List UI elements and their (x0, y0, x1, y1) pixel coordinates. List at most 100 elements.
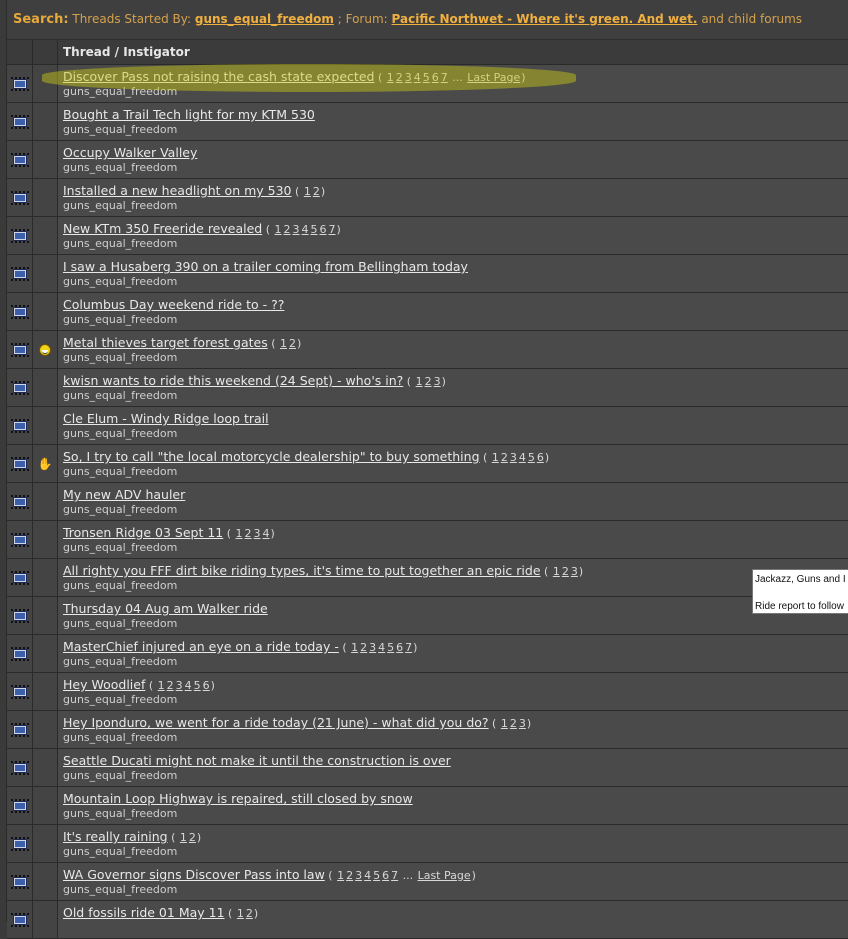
page-link[interactable]: 2 (313, 185, 320, 198)
page-links: ( 1 2 3) (540, 565, 584, 578)
page-link[interactable]: 7 (391, 869, 398, 882)
thread-status-icon (10, 456, 29, 471)
page-link[interactable]: 5 (528, 451, 535, 464)
page-link[interactable]: 1 (492, 451, 499, 464)
page-link[interactable]: 4 (378, 641, 385, 654)
page-link[interactable]: 5 (373, 869, 380, 882)
page-link[interactable]: 4 (414, 71, 421, 84)
thread-title-link[interactable]: MasterChief injured an eye on a ride tod… (63, 639, 339, 654)
thread-status-icon (10, 342, 29, 357)
page-link[interactable]: 2 (501, 451, 508, 464)
thread-title-link[interactable]: Tronsen Ridge 03 Sept 11 (63, 525, 223, 540)
thread-info-cell: Columbus Day weekend ride to - ?? guns_eq… (58, 293, 848, 330)
page-link[interactable]: 5 (311, 223, 318, 236)
page-link[interactable]: 6 (537, 451, 544, 464)
page-link[interactable]: 6 (320, 223, 327, 236)
page-link[interactable]: 2 (510, 717, 517, 730)
page-link[interactable]: 3 (510, 451, 517, 464)
page-link[interactable]: 3 (405, 71, 412, 84)
page-link[interactable]: 4 (185, 679, 192, 692)
thread-info-cell: Seattle Ducati might not make it until t… (58, 749, 848, 786)
page-link[interactable]: 7 (405, 641, 412, 654)
page-link[interactable]: 1 (180, 831, 187, 844)
thread-title-link[interactable]: Seattle Ducati might not make it until t… (63, 753, 451, 768)
page-link[interactable]: 1 (553, 565, 560, 578)
page-link[interactable]: 4 (302, 223, 309, 236)
thread-title-link[interactable]: Hey Woodlief (63, 677, 145, 692)
thread-title-link[interactable]: So, I try to call "the local motorcycle … (63, 449, 480, 464)
page-link[interactable]: 1 (416, 375, 423, 388)
page-link[interactable]: 2 (284, 223, 291, 236)
page-link[interactable]: 2 (246, 907, 253, 920)
page-link[interactable]: 3 (176, 679, 183, 692)
thread-title-link[interactable]: Occupy Walker Valley (63, 145, 197, 160)
thread-title-link[interactable]: Metal thieves target forest gates (63, 335, 268, 350)
page-link[interactable]: 2 (425, 375, 432, 388)
thread-title-link[interactable]: New KTm 350 Freeride revealed (63, 221, 262, 236)
thread-title-link[interactable]: Hey Iponduro, we went for a ride today (… (63, 715, 489, 730)
page-link[interactable]: 3 (355, 869, 362, 882)
page-link[interactable]: 4 (263, 527, 270, 540)
page-link[interactable]: 1 (280, 337, 287, 350)
page-link[interactable]: 2 (360, 641, 367, 654)
page-link[interactable]: 3 (293, 223, 300, 236)
page-link[interactable]: 1 (236, 527, 243, 540)
thread-title-link[interactable]: Mountain Loop Highway is repaired, still… (63, 791, 413, 806)
page-link[interactable]: 4 (519, 451, 526, 464)
thread-column-header[interactable]: Thread / Instigator (58, 40, 848, 64)
page-link[interactable]: 1 (158, 679, 165, 692)
page-link[interactable]: 4 (364, 869, 371, 882)
page-link[interactable]: 6 (432, 71, 439, 84)
page-link[interactable]: 5 (423, 71, 430, 84)
thread-title-link[interactable]: My new ADV hauler (63, 487, 185, 502)
page-link[interactable]: 2 (346, 869, 353, 882)
page-link[interactable]: 1 (275, 223, 282, 236)
search-forum-link[interactable]: Pacific Northwet - Where it's green. And… (392, 12, 698, 26)
page-link[interactable]: 7 (329, 223, 336, 236)
page-link[interactable]: 6 (382, 869, 389, 882)
thread-title-link[interactable]: Discover Pass not raising the cash state… (63, 69, 374, 84)
thread-title-link[interactable]: Columbus Day weekend ride to - ?? (63, 297, 284, 312)
thread-preview-tooltip: Jackazz, Guns and I Ride report to follo… (752, 569, 848, 614)
thread-row: Mountain Loop Highway is repaired, still… (7, 787, 848, 825)
page-link[interactable]: 1 (304, 185, 311, 198)
page-link[interactable]: 3 (571, 565, 578, 578)
page-link[interactable]: 2 (167, 679, 174, 692)
thread-title-link[interactable]: It's really raining (63, 829, 168, 844)
thread-row: Installed a new headlight on my 530 ( 12… (7, 179, 848, 217)
page-link[interactable]: 2 (289, 337, 296, 350)
page-link[interactable]: 2 (396, 71, 403, 84)
page-link[interactable]: 7 (441, 71, 448, 84)
thread-title-link[interactable]: All righty you FFF dirt bike riding type… (63, 563, 541, 578)
page-link[interactable]: 6 (396, 641, 403, 654)
page-link[interactable]: 3 (434, 375, 441, 388)
page-link[interactable]: 5 (194, 679, 201, 692)
thread-title-link[interactable]: WA Governor signs Discover Pass into law (63, 867, 325, 882)
page-link[interactable]: 2 (189, 831, 196, 844)
last-page-link[interactable]: Last Page (418, 869, 471, 882)
thread-title-link[interactable]: Bought a Trail Tech light for my KTM 530 (63, 107, 315, 122)
thread-status-cell (7, 103, 33, 140)
page-link[interactable]: 6 (203, 679, 210, 692)
search-user-link[interactable]: guns_equal_freedom (195, 12, 334, 26)
page-link[interactable]: 2 (245, 527, 252, 540)
last-page-link[interactable]: Last Page (467, 71, 520, 84)
thread-info-cell: Thursday 04 Aug am Walker ride guns_equal… (58, 597, 848, 634)
thread-title-link[interactable]: Installed a new headlight on my 530 (63, 183, 292, 198)
page-link[interactable]: 3 (519, 717, 526, 730)
page-link[interactable]: 1 (237, 907, 244, 920)
page-link[interactable]: 1 (387, 71, 394, 84)
thread-status-cell (7, 217, 33, 254)
page-link[interactable]: 3 (254, 527, 261, 540)
thread-title-link[interactable]: Old fossils ride 01 May 11 (63, 905, 225, 920)
thread-title-link[interactable]: kwisn wants to ride this weekend (24 Sep… (63, 373, 403, 388)
page-link[interactable]: 3 (369, 641, 376, 654)
thread-title-link[interactable]: Cle Elum - Windy Ridge loop trail (63, 411, 269, 426)
page-link[interactable]: 2 (562, 565, 569, 578)
thread-title-link[interactable]: I saw a Husaberg 390 on a trailer coming… (63, 259, 468, 274)
page-link[interactable]: 1 (337, 869, 344, 882)
page-link[interactable]: 1 (351, 641, 358, 654)
page-link[interactable]: 1 (501, 717, 508, 730)
thread-title-link[interactable]: Thursday 04 Aug am Walker ride (63, 601, 268, 616)
page-link[interactable]: 5 (387, 641, 394, 654)
